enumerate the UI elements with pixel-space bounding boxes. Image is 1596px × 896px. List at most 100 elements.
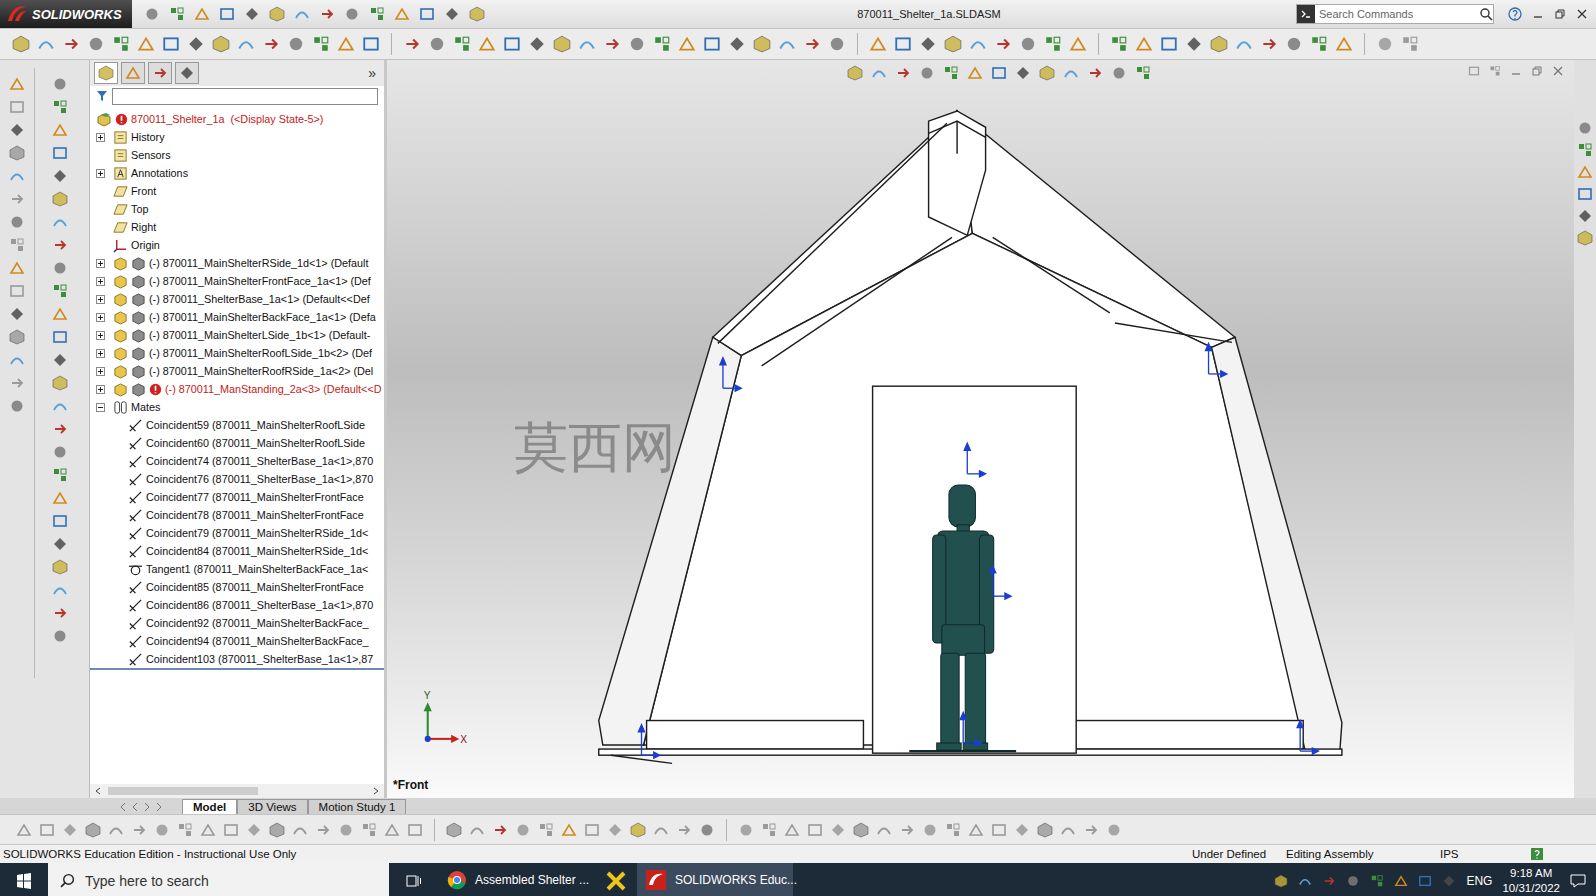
- tool-icon[interactable]: [994, 35, 1012, 53]
- tool-icon[interactable]: [968, 822, 984, 838]
- tool-icon[interactable]: [403, 35, 421, 53]
- tree-item[interactable]: Coincident59 (870011_MainShelterRoofLSid…: [90, 416, 384, 434]
- tool-icon[interactable]: [1044, 35, 1062, 53]
- panel-tab[interactable]: [148, 62, 172, 84]
- tool-icon[interactable]: [1394, 874, 1408, 888]
- tool-icon[interactable]: [469, 822, 485, 838]
- tool-icon[interactable]: [52, 444, 68, 460]
- tool-icon[interactable]: [287, 35, 305, 53]
- minimize-icon[interactable]: [1532, 8, 1544, 20]
- tool-icon[interactable]: [384, 822, 400, 838]
- tool-icon[interactable]: [584, 822, 600, 838]
- help-icon[interactable]: [1530, 847, 1544, 861]
- tool-icon[interactable]: [162, 35, 180, 53]
- tool-icon[interactable]: [922, 822, 938, 838]
- expand-icon[interactable]: [96, 133, 105, 142]
- tree-item[interactable]: Sensors: [90, 146, 384, 164]
- tool-icon[interactable]: [369, 6, 385, 22]
- tree-item[interactable]: (-) 870011_ManStanding_2a<3> (Default<<D: [90, 380, 384, 398]
- tool-icon[interactable]: [344, 6, 360, 22]
- tree-item[interactable]: (-) 870011_ShelterBase_1a<1> (Default<<D…: [90, 290, 384, 308]
- restore-icon[interactable]: [1531, 65, 1543, 77]
- tool-icon[interactable]: [1274, 874, 1288, 888]
- tool-icon[interactable]: [52, 375, 68, 391]
- tool-icon[interactable]: [678, 35, 696, 53]
- expand-icon[interactable]: [96, 313, 105, 322]
- tab-nav-icon[interactable]: [154, 802, 164, 812]
- collapse-button[interactable]: »: [368, 65, 376, 81]
- tool-icon[interactable]: [37, 35, 55, 53]
- tool-icon[interactable]: [578, 35, 596, 53]
- tool-icon[interactable]: [39, 822, 55, 838]
- tool-icon[interactable]: [1298, 874, 1312, 888]
- tool-icon[interactable]: [9, 122, 25, 138]
- tool-icon[interactable]: [444, 6, 460, 22]
- tool-icon[interactable]: [1285, 35, 1303, 53]
- tool-icon[interactable]: [52, 99, 68, 115]
- graphics-area[interactable]: YX莫西网*Front: [387, 60, 1574, 798]
- tool-icon[interactable]: [244, 6, 260, 22]
- tool-icon[interactable]: [52, 398, 68, 414]
- tool-icon[interactable]: [200, 822, 216, 838]
- tool-icon[interactable]: [179, 65, 195, 81]
- tool-icon[interactable]: [52, 122, 68, 138]
- tool-icon[interactable]: [1577, 230, 1593, 246]
- tool-icon[interactable]: [943, 65, 959, 81]
- close-icon[interactable]: [1552, 65, 1564, 77]
- filter-input[interactable]: [112, 88, 378, 105]
- tab-nav-icon[interactable]: [118, 802, 128, 812]
- tool-icon[interactable]: [1577, 164, 1593, 180]
- tree-item[interactable]: Right: [90, 218, 384, 236]
- tool-icon[interactable]: [169, 6, 185, 22]
- tool-icon[interactable]: [52, 283, 68, 299]
- task-view-button[interactable]: [389, 863, 439, 896]
- tab-nav-icon[interactable]: [130, 802, 140, 812]
- panel-tab[interactable]: [175, 62, 199, 84]
- tree-item[interactable]: Coincident77 (870011_MainShelterFrontFac…: [90, 488, 384, 506]
- tool-icon[interactable]: [1015, 65, 1031, 81]
- tool-icon[interactable]: [991, 65, 1007, 81]
- scroll-left-icon[interactable]: [94, 787, 102, 795]
- tool-icon[interactable]: [362, 35, 380, 53]
- tool-icon[interactable]: [1110, 35, 1128, 53]
- tool-icon[interactable]: [919, 65, 935, 81]
- tool-icon[interactable]: [894, 35, 912, 53]
- scroll-right-icon[interactable]: [372, 787, 380, 795]
- tool-icon[interactable]: [1060, 822, 1076, 838]
- tool-icon[interactable]: [703, 35, 721, 53]
- tool-icon[interactable]: [52, 237, 68, 253]
- tool-icon[interactable]: [899, 822, 915, 838]
- taskbar-app[interactable]: Assembled Shelter ...: [439, 863, 595, 896]
- tree-item[interactable]: (-) 870011_MainShelterLSide_1b<1> (Defau…: [90, 326, 384, 344]
- tool-icon[interactable]: [553, 35, 571, 53]
- tool-icon[interactable]: [315, 822, 331, 838]
- help-icon[interactable]: [1508, 7, 1522, 21]
- tool-icon[interactable]: [187, 35, 205, 53]
- model-tab[interactable]: Model: [182, 799, 237, 814]
- tool-icon[interactable]: [9, 76, 25, 92]
- tool-icon[interactable]: [753, 35, 771, 53]
- tool-icon[interactable]: [52, 513, 68, 529]
- tree-item[interactable]: (-) 870011_MainShelterFrontFace_1a<1> (D…: [90, 272, 384, 290]
- tree-item[interactable]: Origin: [90, 236, 384, 254]
- tool-icon[interactable]: [1106, 822, 1122, 838]
- tool-icon[interactable]: [469, 6, 485, 22]
- tool-icon[interactable]: [1577, 120, 1593, 136]
- panel-tab[interactable]: [94, 62, 118, 84]
- tool-icon[interactable]: [561, 822, 577, 838]
- tool-icon[interactable]: [1111, 65, 1127, 81]
- tool-icon[interactable]: [361, 822, 377, 838]
- tool-icon[interactable]: [628, 35, 646, 53]
- taskbar-search[interactable]: Type here to search: [48, 863, 389, 896]
- tool-icon[interactable]: [1083, 822, 1099, 838]
- tool-icon[interactable]: [1468, 65, 1480, 77]
- taskbar-app[interactable]: SOLIDWORKS Educ...: [637, 863, 793, 896]
- taskbar-app[interactable]: [595, 863, 637, 896]
- tool-icon[interactable]: [630, 822, 646, 838]
- tool-icon[interactable]: [177, 822, 193, 838]
- tool-icon[interactable]: [137, 35, 155, 53]
- tool-icon[interactable]: [112, 35, 130, 53]
- tool-icon[interactable]: [1087, 65, 1103, 81]
- tree-item[interactable]: Coincident79 (870011_MainShelterRSide_1d…: [90, 524, 384, 542]
- tool-icon[interactable]: [1577, 208, 1593, 224]
